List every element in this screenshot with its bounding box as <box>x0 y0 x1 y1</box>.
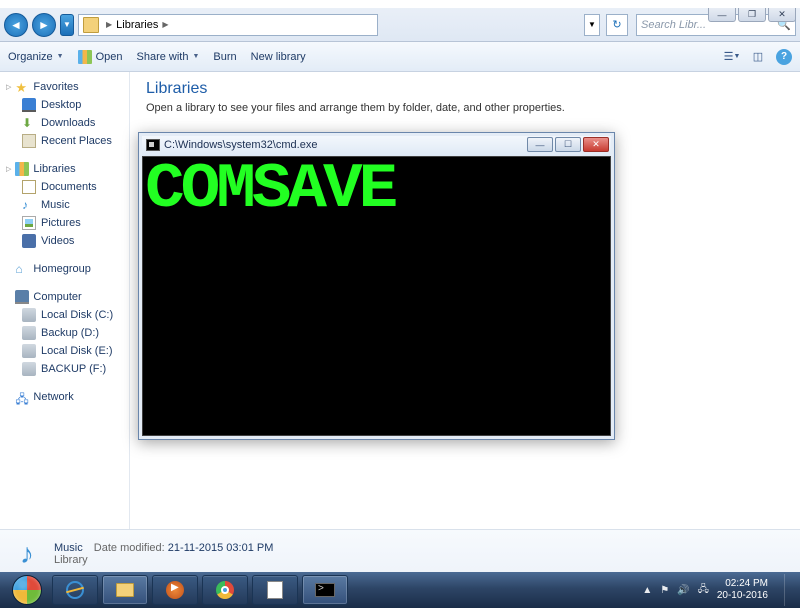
tray-volume-icon[interactable]: 🔊 <box>677 585 689 596</box>
pictures-icon <box>22 216 36 230</box>
wmp-icon <box>166 581 184 599</box>
refresh-button[interactable]: ↻ <box>606 14 628 36</box>
taskbar-cmd[interactable] <box>302 575 348 605</box>
navigation-pane: ▷★Favorites Desktop ⬇Downloads Recent Pl… <box>0 72 130 529</box>
cmd-ascii-text: COMSAVE <box>143 159 396 222</box>
sidebar-item-music[interactable]: ♪Music <box>0 196 129 214</box>
details-modified-value: 21-11-2015 03:01 PM <box>168 542 274 554</box>
share-button[interactable]: Share with▼ <box>137 51 200 63</box>
desktop-icon <box>22 98 36 112</box>
cmd-taskbar-icon <box>315 583 335 597</box>
start-button[interactable] <box>6 574 48 606</box>
drive-icon <box>22 362 36 376</box>
sidebar-item-drive-e[interactable]: Local Disk (E:) <box>0 342 129 360</box>
sidebar-favorites-header[interactable]: ▷★Favorites <box>0 78 129 96</box>
drive-icon <box>22 344 36 358</box>
libraries-icon <box>83 17 99 33</box>
sidebar-item-drive-f[interactable]: BACKUP (F:) <box>0 360 129 378</box>
tray-overflow-icon[interactable]: ▲ <box>642 585 652 596</box>
cmd-titlebar[interactable]: C:\Windows\system32\cmd.exe — ☐ ✕ <box>142 136 611 156</box>
help-button[interactable]: ? <box>776 49 792 65</box>
tray-clock[interactable]: 02:24 PM 20-10-2016 <box>717 578 772 602</box>
network-icon: 🖧 <box>15 390 29 404</box>
recent-icon <box>22 134 36 148</box>
ie-icon <box>66 581 84 599</box>
sidebar-homegroup-header[interactable]: ▷⌂Homegroup <box>0 260 129 278</box>
preview-pane-button[interactable]: ◫ <box>750 49 766 65</box>
page-subtitle: Open a library to see your files and arr… <box>146 102 784 114</box>
taskbar-explorer[interactable] <box>102 575 148 605</box>
system-tray: ▲ ⚑ 🔊 🖧 02:24 PM 20-10-2016 <box>642 574 794 606</box>
cmd-close-button[interactable]: ✕ <box>583 137 609 152</box>
taskbar-ie[interactable] <box>52 575 98 605</box>
sidebar-item-drive-c[interactable]: Local Disk (C:) <box>0 306 129 324</box>
cmd-icon <box>146 139 160 151</box>
details-name: Music <box>54 542 83 554</box>
details-icon: ♪ <box>10 537 44 571</box>
taskbar-chrome[interactable] <box>202 575 248 605</box>
sidebar-item-documents[interactable]: Documents <box>0 178 129 196</box>
videos-icon <box>22 234 36 248</box>
taskbar: ▲ ⚑ 🔊 🖧 02:24 PM 20-10-2016 <box>0 572 800 608</box>
libraries-icon <box>15 162 29 176</box>
burn-button[interactable]: Burn <box>213 51 236 63</box>
cmd-output[interactable]: COMSAVE <box>142 156 611 436</box>
open-icon <box>78 50 92 64</box>
sidebar-item-desktop[interactable]: Desktop <box>0 96 129 114</box>
sidebar-libraries-header[interactable]: ▷Libraries <box>0 160 129 178</box>
history-dropdown[interactable]: ▼ <box>60 14 74 36</box>
back-button[interactable]: ◄ <box>4 13 28 37</box>
cmd-maximize-button[interactable]: ☐ <box>555 137 581 152</box>
windows-orb-icon <box>12 575 42 605</box>
sidebar-item-drive-d[interactable]: Backup (D:) <box>0 324 129 342</box>
sidebar-item-pictures[interactable]: Pictures <box>0 214 129 232</box>
breadcrumb-bar[interactable]: ▶ Libraries ▶ <box>78 14 378 36</box>
new-library-button[interactable]: New library <box>251 51 306 63</box>
documents-icon <box>22 180 36 194</box>
taskbar-notepad[interactable] <box>252 575 298 605</box>
window-close-button[interactable]: ✕ <box>768 8 796 22</box>
tray-time: 02:24 PM <box>717 578 768 590</box>
star-icon: ★ <box>15 80 29 94</box>
cmd-window[interactable]: C:\Windows\system32\cmd.exe — ☐ ✕ COMSAV… <box>138 132 615 440</box>
sidebar-item-videos[interactable]: Videos <box>0 232 129 250</box>
breadcrumb-dropdown[interactable]: ▼ <box>584 14 600 36</box>
cmd-title-text: C:\Windows\system32\cmd.exe <box>164 139 317 151</box>
details-modified-label: Date modified: <box>94 542 165 554</box>
view-options-button[interactable]: ☰▼ <box>724 49 740 65</box>
folder-icon <box>116 583 134 597</box>
tray-date: 20-10-2016 <box>717 590 768 602</box>
sidebar-item-downloads[interactable]: ⬇Downloads <box>0 114 129 132</box>
notepad-icon <box>267 581 283 599</box>
music-icon: ♪ <box>22 198 36 212</box>
search-placeholder: Search Libr... <box>641 19 706 31</box>
breadcrumb-separator: ▶ <box>106 20 112 29</box>
cmd-minimize-button[interactable]: — <box>527 137 553 152</box>
taskbar-wmp[interactable] <box>152 575 198 605</box>
tray-network-icon[interactable]: 🖧 <box>698 582 709 599</box>
sidebar-network-header[interactable]: ▷🖧Network <box>0 388 129 406</box>
show-desktop-button[interactable] <box>784 574 794 606</box>
explorer-navbar: ◄ ► ▼ ▶ Libraries ▶ ▼ ↻ Search Libr... 🔍 <box>0 8 800 42</box>
forward-button[interactable]: ► <box>32 13 56 37</box>
tray-flag-icon[interactable]: ⚑ <box>660 585 669 596</box>
page-title: Libraries <box>146 80 784 98</box>
breadcrumb-separator: ▶ <box>162 20 168 29</box>
details-pane: ♪ Music Date modified: 21-11-2015 03:01 … <box>0 529 800 577</box>
sidebar-item-recent[interactable]: Recent Places <box>0 132 129 150</box>
window-minimize-button[interactable]: — <box>708 8 736 22</box>
homegroup-icon: ⌂ <box>15 262 29 276</box>
drive-icon <box>22 326 36 340</box>
breadcrumb-item[interactable]: Libraries <box>116 19 158 31</box>
sidebar-computer-header[interactable]: ▷Computer <box>0 288 129 306</box>
drive-icon <box>22 308 36 322</box>
chrome-icon <box>216 581 234 599</box>
window-maximize-button[interactable]: ❐ <box>738 8 766 22</box>
open-button[interactable]: Open <box>78 50 123 64</box>
downloads-icon: ⬇ <box>22 116 36 130</box>
explorer-toolbar: Organize▼ Open Share with▼ Burn New libr… <box>0 42 800 72</box>
details-type: Library <box>54 554 273 566</box>
computer-icon <box>15 290 29 304</box>
organize-button[interactable]: Organize▼ <box>8 51 64 63</box>
